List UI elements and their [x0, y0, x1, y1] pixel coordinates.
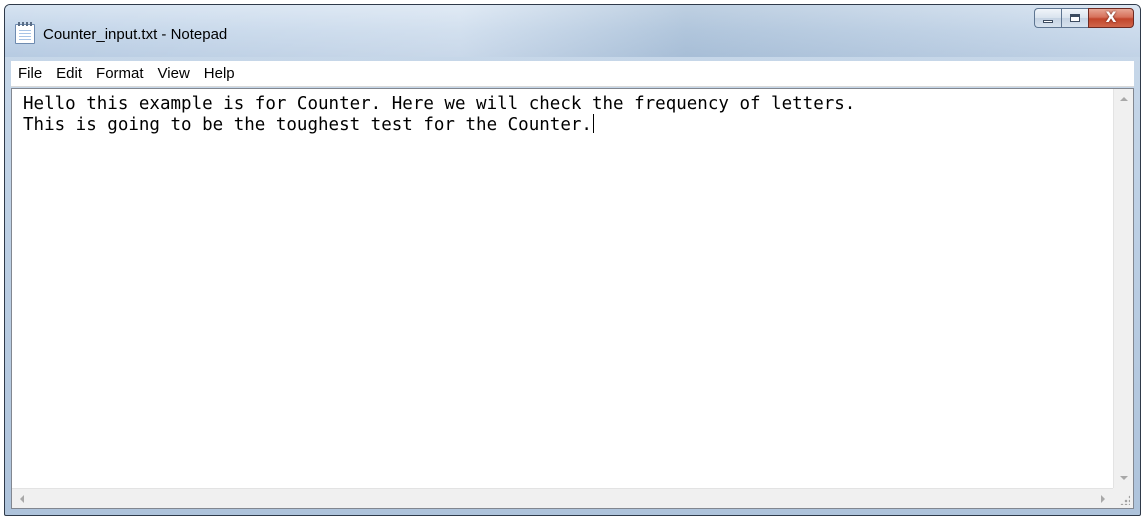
caption-buttons: X — [1034, 8, 1134, 30]
text-line-1: Hello this example is for Counter. Here … — [23, 94, 856, 114]
scroll-left-arrow-icon[interactable] — [20, 495, 24, 503]
menu-bar: File Edit Format View Help — [11, 61, 1134, 87]
title-bar[interactable]: Counter_input.txt - Notepad X — [5, 5, 1140, 57]
screenshot-frame: Counter_input.txt - Notepad X File Edit … — [0, 0, 1145, 520]
minimize-button[interactable] — [1034, 8, 1061, 28]
editor-area[interactable]: Hello this example is for Counter. Here … — [11, 88, 1134, 509]
menu-edit[interactable]: Edit — [49, 62, 89, 86]
menu-help[interactable]: Help — [197, 62, 242, 86]
notepad-window: Counter_input.txt - Notepad X File Edit … — [4, 4, 1141, 516]
minimize-icon — [1043, 20, 1053, 23]
menu-file[interactable]: File — [11, 62, 49, 86]
vertical-scrollbar[interactable] — [1113, 89, 1133, 488]
scroll-up-arrow-icon[interactable] — [1120, 97, 1128, 101]
size-grip-icon[interactable] — [1113, 488, 1133, 508]
menu-view[interactable]: View — [151, 62, 197, 86]
close-icon: X — [1105, 10, 1117, 26]
text-caret — [592, 114, 594, 133]
maximize-icon — [1070, 14, 1080, 22]
text-line-2-text: This is going to be the toughest test fo… — [23, 115, 592, 135]
text-line-2: This is going to be the toughest test fo… — [23, 114, 1113, 135]
menu-format[interactable]: Format — [89, 62, 151, 86]
scroll-down-arrow-icon[interactable] — [1120, 476, 1128, 480]
close-button[interactable]: X — [1088, 8, 1134, 28]
notepad-icon[interactable] — [15, 22, 35, 44]
window-title: Counter_input.txt - Notepad — [43, 26, 228, 43]
horizontal-scrollbar[interactable] — [12, 488, 1113, 508]
maximize-button[interactable] — [1061, 8, 1088, 28]
text-content[interactable]: Hello this example is for Counter. Here … — [12, 89, 1113, 488]
scroll-right-arrow-icon[interactable] — [1101, 495, 1105, 503]
